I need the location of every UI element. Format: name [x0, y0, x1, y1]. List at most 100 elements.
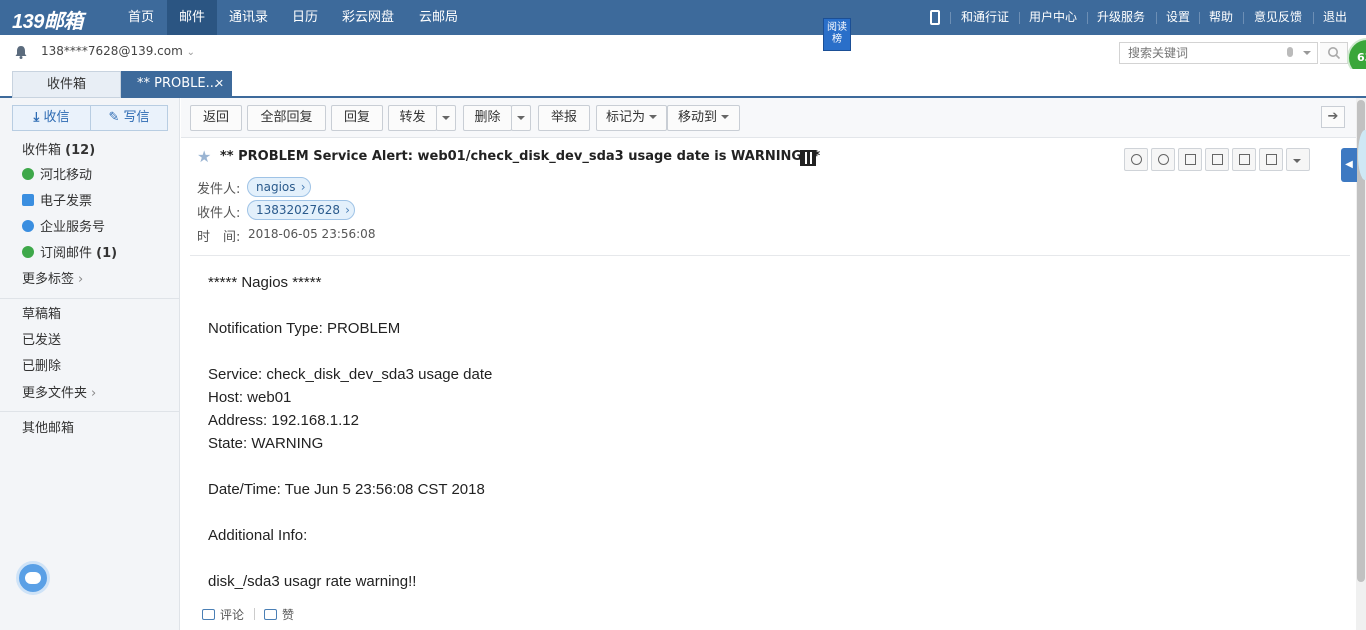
- report-button[interactable]: 举报: [538, 105, 590, 131]
- sidebar-item-other-mailbox[interactable]: 其他邮箱: [22, 420, 74, 438]
- forward-dropdown[interactable]: [436, 105, 456, 131]
- nav-cloud-post[interactable]: 云邮局: [407, 0, 470, 35]
- collapse-panel-button[interactable]: ◀: [1341, 148, 1357, 182]
- side-helper-bubble[interactable]: [1358, 130, 1366, 180]
- to-label: 收件人:: [197, 206, 241, 221]
- mail-body-line: [208, 340, 492, 363]
- mail-body-line: Address: 192.168.1.12: [208, 412, 359, 429]
- nav-passport[interactable]: 和通行证: [961, 0, 1009, 35]
- nav-calendar[interactable]: 日历: [280, 0, 330, 35]
- account-email-text: 138****7628@139.com: [41, 44, 183, 58]
- subscription-icon: [22, 246, 34, 258]
- delete-dropdown[interactable]: [511, 105, 531, 131]
- nav-feedback[interactable]: 意见反馈: [1254, 0, 1302, 35]
- qr-code-icon[interactable]: [800, 150, 816, 166]
- nav-divider: [1019, 12, 1020, 24]
- delete-button[interactable]: 删除: [463, 105, 512, 131]
- mail-body-line: State: WARNING: [208, 435, 324, 452]
- nav-upgrade[interactable]: 升级服务: [1097, 0, 1145, 35]
- search-button[interactable]: [1320, 42, 1348, 64]
- chevron-right-icon: ›: [300, 180, 306, 194]
- chevron-down-icon: [721, 115, 729, 119]
- sidebar-item-more-folders[interactable]: 更多文件夹 ›: [22, 385, 96, 403]
- nav-home[interactable]: 首页: [116, 0, 166, 35]
- mail-subject: ** PROBLEM Service Alert: web01/check_di…: [220, 149, 821, 164]
- mark-as-button[interactable]: 标记为: [596, 105, 667, 131]
- sidebar-item-sent[interactable]: 已发送: [22, 332, 61, 350]
- tab-inbox[interactable]: 收件箱: [12, 71, 121, 98]
- time-label: 时 间:: [197, 230, 241, 245]
- mail-body-line: Host: web01: [208, 389, 292, 406]
- recipient-pill[interactable]: 13832027628 ›: [247, 200, 355, 220]
- clock-icon[interactable]: [1124, 148, 1148, 171]
- footer-divider: [254, 608, 255, 620]
- bell-icon[interactable]: [14, 45, 28, 59]
- chevron-down-icon: [517, 116, 525, 120]
- search-input[interactable]: [1120, 43, 1280, 63]
- mail-body-line: disk_/sda3 usagr rate warning!!: [208, 573, 417, 590]
- sidebar-item-hebei-mobile[interactable]: 河北移动: [22, 167, 92, 185]
- nav-logout[interactable]: 退出: [1323, 0, 1347, 35]
- receive-button[interactable]: ⤓ 收信: [13, 106, 90, 130]
- nav-contacts[interactable]: 通讯录: [217, 0, 280, 35]
- comment-icon: [202, 609, 215, 620]
- mail-body-line: Service: check_disk_dev_sda3 usage date: [208, 366, 493, 383]
- nav-settings[interactable]: 设置: [1166, 0, 1190, 35]
- copy-window-icon[interactable]: [1259, 148, 1283, 171]
- chevron-right-icon: ›: [78, 272, 84, 287]
- document-icon[interactable]: [1205, 148, 1229, 171]
- note-icon[interactable]: [1178, 148, 1202, 171]
- unread-count: (1): [96, 246, 118, 261]
- reader-rank-widget[interactable]: 阅读榜: [823, 18, 851, 51]
- next-mail-button[interactable]: ➔: [1321, 106, 1345, 128]
- sidebar-item-deleted[interactable]: 已删除: [22, 358, 61, 376]
- nav-divider: [1243, 12, 1244, 24]
- sidebar-item-label: 更多标签: [22, 272, 75, 287]
- nav-cloud-drive[interactable]: 彩云网盘: [330, 0, 406, 35]
- logo[interactable]: 139邮箱: [12, 5, 83, 34]
- chevron-down-icon[interactable]: [1303, 51, 1311, 55]
- nav-divider: [1199, 12, 1200, 24]
- microphone-icon[interactable]: [1287, 47, 1293, 57]
- nav-user-center[interactable]: 用户中心: [1029, 0, 1077, 35]
- edit-icon: ✎: [108, 110, 120, 125]
- chevron-down-icon: ⌄: [186, 47, 196, 58]
- sidebar-item-e-invoice[interactable]: 电子发票: [22, 193, 92, 211]
- comment-button[interactable]: 评论: [202, 606, 244, 623]
- forward-button[interactable]: 转发: [388, 105, 437, 131]
- compose-label: 写信: [123, 110, 150, 125]
- like-button[interactable]: 赞: [264, 606, 294, 623]
- compose-button[interactable]: ✎ 写信: [90, 106, 167, 130]
- close-icon[interactable]: ✕: [215, 78, 224, 90]
- person-icon: [22, 220, 34, 232]
- phone-icon[interactable]: [930, 10, 940, 25]
- sidebar-item-more-tags[interactable]: 更多标签 ›: [22, 271, 83, 289]
- more-options-icon[interactable]: [1286, 148, 1310, 171]
- move-to-button[interactable]: 移动到: [667, 105, 740, 131]
- back-button[interactable]: 返回: [190, 105, 242, 131]
- chevron-left-icon: ◀: [1345, 159, 1353, 170]
- sidebar-item-subscription[interactable]: 订阅邮件 (1): [22, 245, 117, 263]
- sidebar-item-drafts[interactable]: 草稿箱: [22, 306, 61, 324]
- sidebar-item-inbox[interactable]: 收件箱 (12): [22, 142, 95, 160]
- header-divider: [190, 255, 1350, 256]
- sidebar-item-label: 河北移动: [40, 168, 93, 183]
- assistant-icon[interactable]: [16, 561, 50, 595]
- chevron-right-icon: ›: [345, 203, 350, 217]
- reply-button[interactable]: 回复: [331, 105, 383, 131]
- top-nav-bar: 139邮箱 首页 邮件 通讯录 日历 彩云网盘 云邮局 和通行证 用户中心 升级…: [0, 0, 1366, 35]
- star-icon[interactable]: ★: [197, 147, 211, 166]
- print-icon[interactable]: [1232, 148, 1256, 171]
- unread-count: (12): [65, 143, 96, 158]
- sidebar-item-label: 企业服务号: [40, 220, 106, 235]
- cloud-save-icon[interactable]: [1151, 148, 1175, 171]
- account-email[interactable]: 138****7628@139.com ⌄: [41, 44, 195, 58]
- reply-all-button[interactable]: 全部回复: [247, 105, 326, 131]
- nav-help[interactable]: 帮助: [1209, 0, 1233, 35]
- download-icon: ⤓: [33, 110, 40, 125]
- sidebar-item-enterprise[interactable]: 企业服务号: [22, 219, 105, 237]
- sender-pill[interactable]: nagios ›: [247, 177, 311, 197]
- nav-mail[interactable]: 邮件: [167, 0, 218, 35]
- mark-as-label: 标记为: [605, 110, 645, 125]
- tab-current-mail[interactable]: ** PROBLE... ✕: [121, 71, 232, 98]
